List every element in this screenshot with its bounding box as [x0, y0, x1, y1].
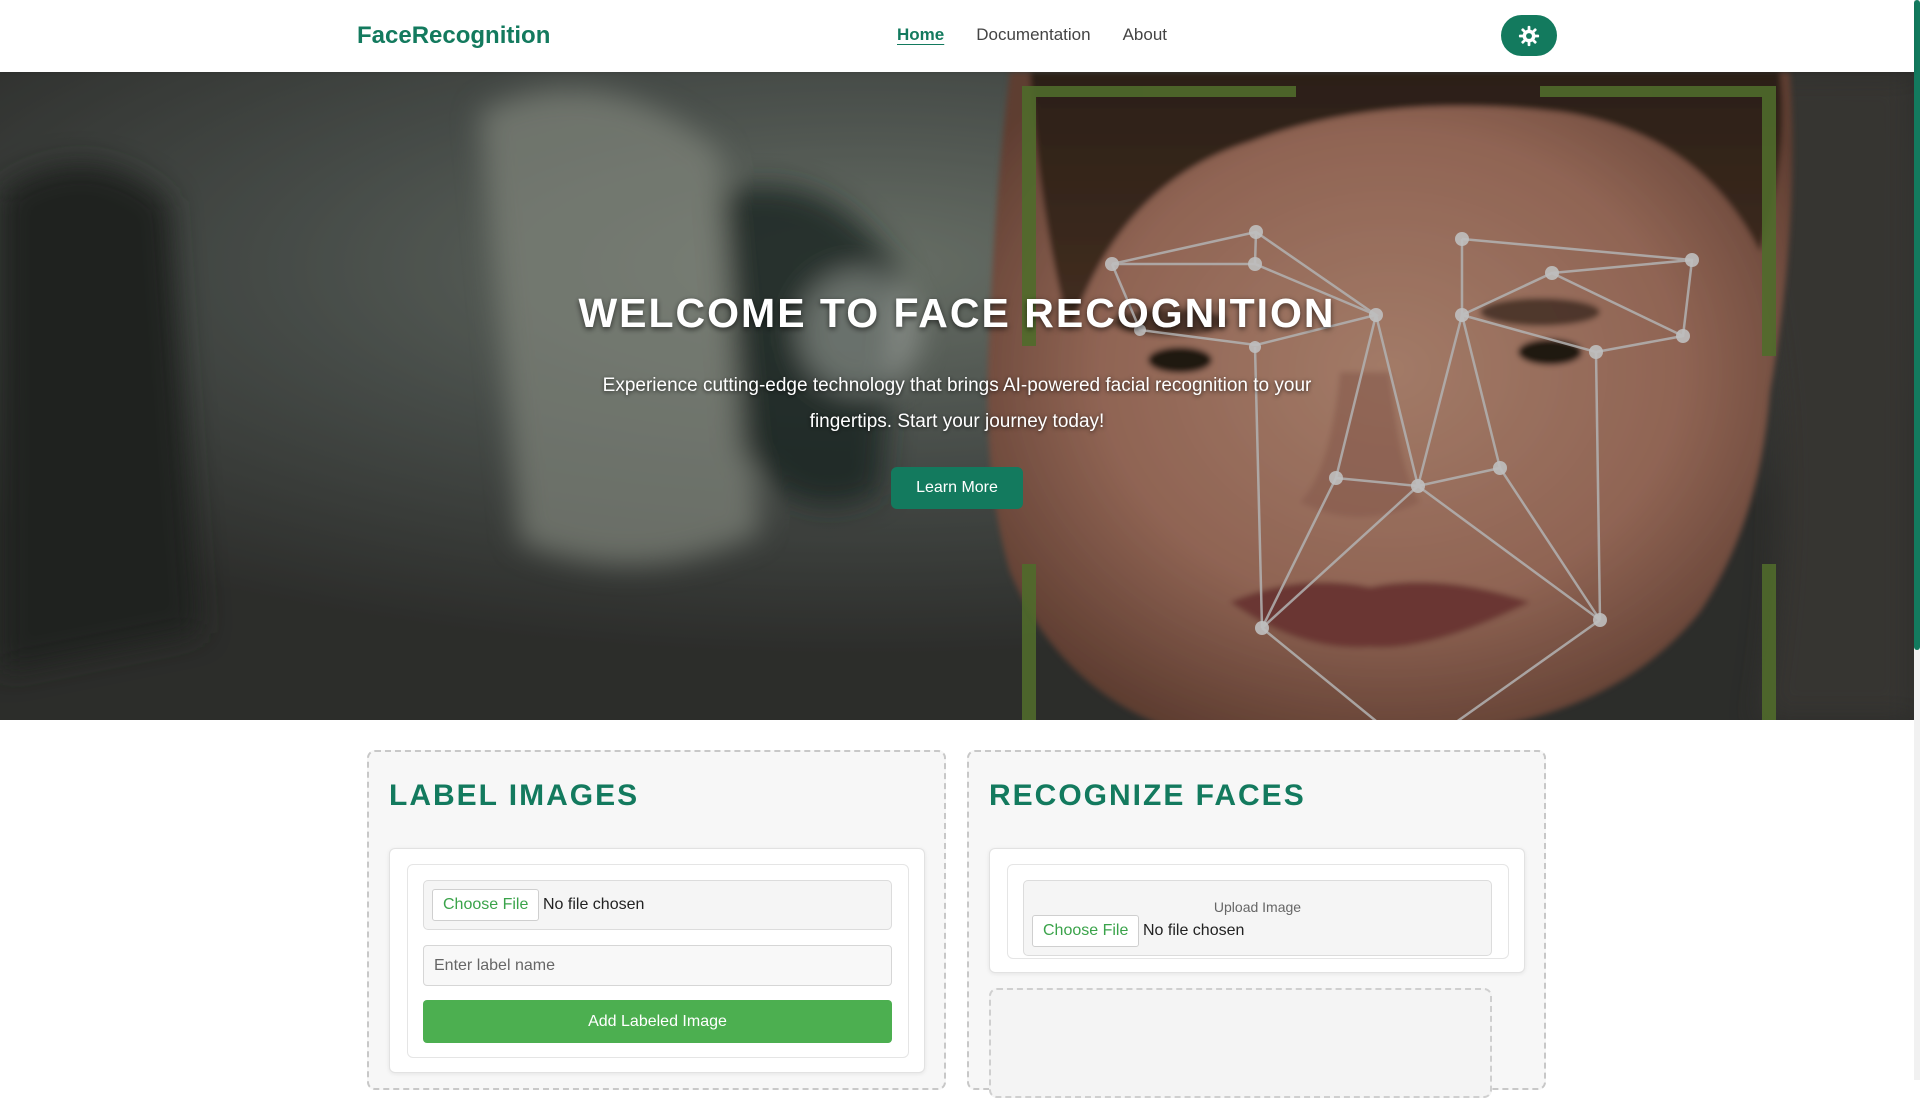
recognize-choose-file-button[interactable]: Choose File [1032, 915, 1140, 947]
nav-about-link[interactable]: About [1123, 25, 1167, 45]
recognize-faces-title: RECOGNIZE FACES [989, 779, 1306, 812]
learn-more-button[interactable]: Learn More [891, 467, 1023, 509]
label-name-input[interactable] [423, 945, 892, 986]
hero-subtitle: Experience cutting-edge technology that … [602, 375, 1312, 432]
recognition-preview-area [989, 988, 1492, 1098]
label-images-title: LABEL IMAGES [389, 779, 640, 812]
recognize-file-status: No file chosen [1143, 922, 1245, 939]
label-file-status: No file chosen [543, 896, 645, 913]
recognize-file-input[interactable]: Upload Image Choose File No file chosen [1023, 880, 1492, 956]
label-file-input[interactable]: Choose File No file chosen [423, 880, 892, 930]
label-form: Choose File No file chosen Add Labeled I… [407, 864, 909, 1058]
settings-button[interactable] [1501, 15, 1557, 56]
label-form-panel: Choose File No file chosen Add Labeled I… [389, 848, 925, 1073]
page-scrollbar-thumb[interactable] [1914, 0, 1920, 650]
upload-image-label: Upload Image [1213, 899, 1302, 915]
recognize-upload-form: Upload Image Choose File No file chosen [1007, 864, 1509, 959]
gear-icon [1518, 25, 1540, 46]
nav-home-link[interactable]: Home [897, 25, 944, 45]
site-header: FaceRecognition Home Documentation About [0, 0, 1914, 72]
add-labeled-image-button[interactable]: Add Labeled Image [423, 1000, 892, 1043]
label-choose-file-button[interactable]: Choose File [432, 889, 540, 921]
site-logo[interactable]: FaceRecognition [357, 22, 550, 50]
hero-title: WELCOME TO FACE RECOGNITION [578, 290, 1336, 336]
recognize-faces-card: RECOGNIZE FACES Upload Image Choose File… [967, 750, 1546, 1098]
hero-banner: WELCOME TO FACE RECOGNITION Experience c… [0, 72, 1914, 720]
main-nav: Home Documentation About [897, 25, 1167, 45]
nav-documentation-link[interactable]: Documentation [976, 25, 1090, 45]
recognize-upload-panel: Upload Image Choose File No file chosen [989, 848, 1525, 973]
label-images-card: LABEL IMAGES Choose File No file chosen … [367, 750, 946, 1090]
